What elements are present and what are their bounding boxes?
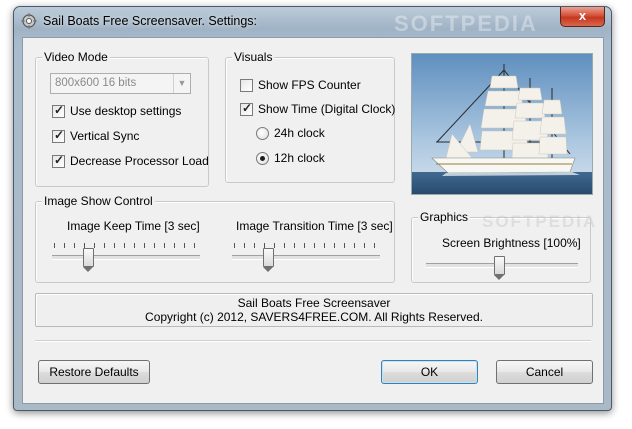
divider xyxy=(35,340,591,342)
close-icon: x xyxy=(578,8,587,23)
transition-time-label: Image Transition Time [3 sec] xyxy=(236,219,393,233)
watermark-mid: SOFTPEDIA xyxy=(482,212,598,231)
radio-selected-indicator xyxy=(260,156,265,161)
clock-12h-label: 12h clock xyxy=(274,151,325,165)
info-box: Sail Boats Free Screensaver Copyright (c… xyxy=(35,293,593,327)
restore-defaults-button[interactable]: Restore Defaults xyxy=(38,360,150,384)
clock-24h-label: 24h clock xyxy=(274,126,325,140)
transition-time-slider[interactable] xyxy=(232,239,380,272)
watermark-top: SOFTPEDIA xyxy=(394,11,538,36)
graphics-label: Graphics xyxy=(418,210,471,224)
dialog-client: Video Mode 800x600 16 bits ▼ ✓ Use deskt… xyxy=(22,37,604,404)
keep-time-slider[interactable] xyxy=(52,239,200,272)
visuals-group: Visuals Show FPS Counter ✓ Show Time (Di… xyxy=(225,50,396,183)
checkbox-box xyxy=(240,79,253,92)
slider-ticks xyxy=(234,243,378,248)
checkmark-icon: ✓ xyxy=(54,128,65,142)
slider-thumb[interactable] xyxy=(494,256,505,280)
checkmark-icon: ✓ xyxy=(54,103,65,117)
image-show-control-group: Image Show Control Image Keep Time [3 se… xyxy=(35,194,395,283)
slider-track xyxy=(52,255,200,260)
show-fps-label: Show FPS Counter xyxy=(258,78,361,92)
window-title: Sail Boats Free Screensaver. Settings: xyxy=(43,14,257,28)
checkmark-icon: ✓ xyxy=(54,153,65,167)
decrease-processor-load-label: Decrease Processor Load xyxy=(70,154,209,168)
cancel-button[interactable]: Cancel xyxy=(496,360,593,384)
chevron-down-icon: ▼ xyxy=(173,74,190,93)
slider-thumb[interactable] xyxy=(263,248,274,272)
use-desktop-settings-label: Use desktop settings xyxy=(70,104,182,118)
checkmark-icon: ✓ xyxy=(242,101,253,115)
resolution-value: 800x600 16 bits xyxy=(55,77,137,89)
image-show-control-label: Image Show Control xyxy=(42,194,155,208)
video-mode-label: Video Mode xyxy=(42,50,110,64)
settings-window: Sail Boats Free Screensaver. Settings: S… xyxy=(13,6,612,411)
ok-button[interactable]: OK xyxy=(381,360,478,384)
resolution-dropdown[interactable]: 800x600 16 bits ▼ xyxy=(50,73,191,94)
app-name-text: Sail Boats Free Screensaver xyxy=(237,296,391,310)
title-bar[interactable]: Sail Boats Free Screensaver. Settings: S… xyxy=(14,7,611,36)
visuals-label: Visuals xyxy=(232,50,275,64)
radio-dot xyxy=(256,127,269,140)
slider-track xyxy=(232,255,380,260)
brightness-slider[interactable] xyxy=(426,247,578,280)
vertical-sync-label: Vertical Sync xyxy=(70,129,140,143)
radio-dot xyxy=(256,152,269,165)
app-icon xyxy=(21,13,37,29)
slider-ticks xyxy=(54,243,198,248)
checkbox-box: ✓ xyxy=(52,128,65,143)
graphics-group: Graphics Screen Brightness [100%] SOFTPE… xyxy=(411,210,595,283)
copyright-text: Copyright (c) 2012, SAVERS4FREE.COM. All… xyxy=(145,310,483,324)
checkbox-box: ✓ xyxy=(52,103,65,118)
checkbox-box: ✓ xyxy=(52,153,65,168)
show-time-label: Show Time (Digital Clock) xyxy=(258,102,396,116)
slider-thumb[interactable] xyxy=(83,248,94,272)
video-mode-group: Video Mode 800x600 16 bits ▼ ✓ Use deskt… xyxy=(35,50,209,187)
keep-time-label: Image Keep Time [3 sec] xyxy=(67,219,200,233)
checkbox-box: ✓ xyxy=(240,101,253,116)
close-button[interactable]: x xyxy=(560,7,605,27)
preview-image xyxy=(411,53,593,195)
